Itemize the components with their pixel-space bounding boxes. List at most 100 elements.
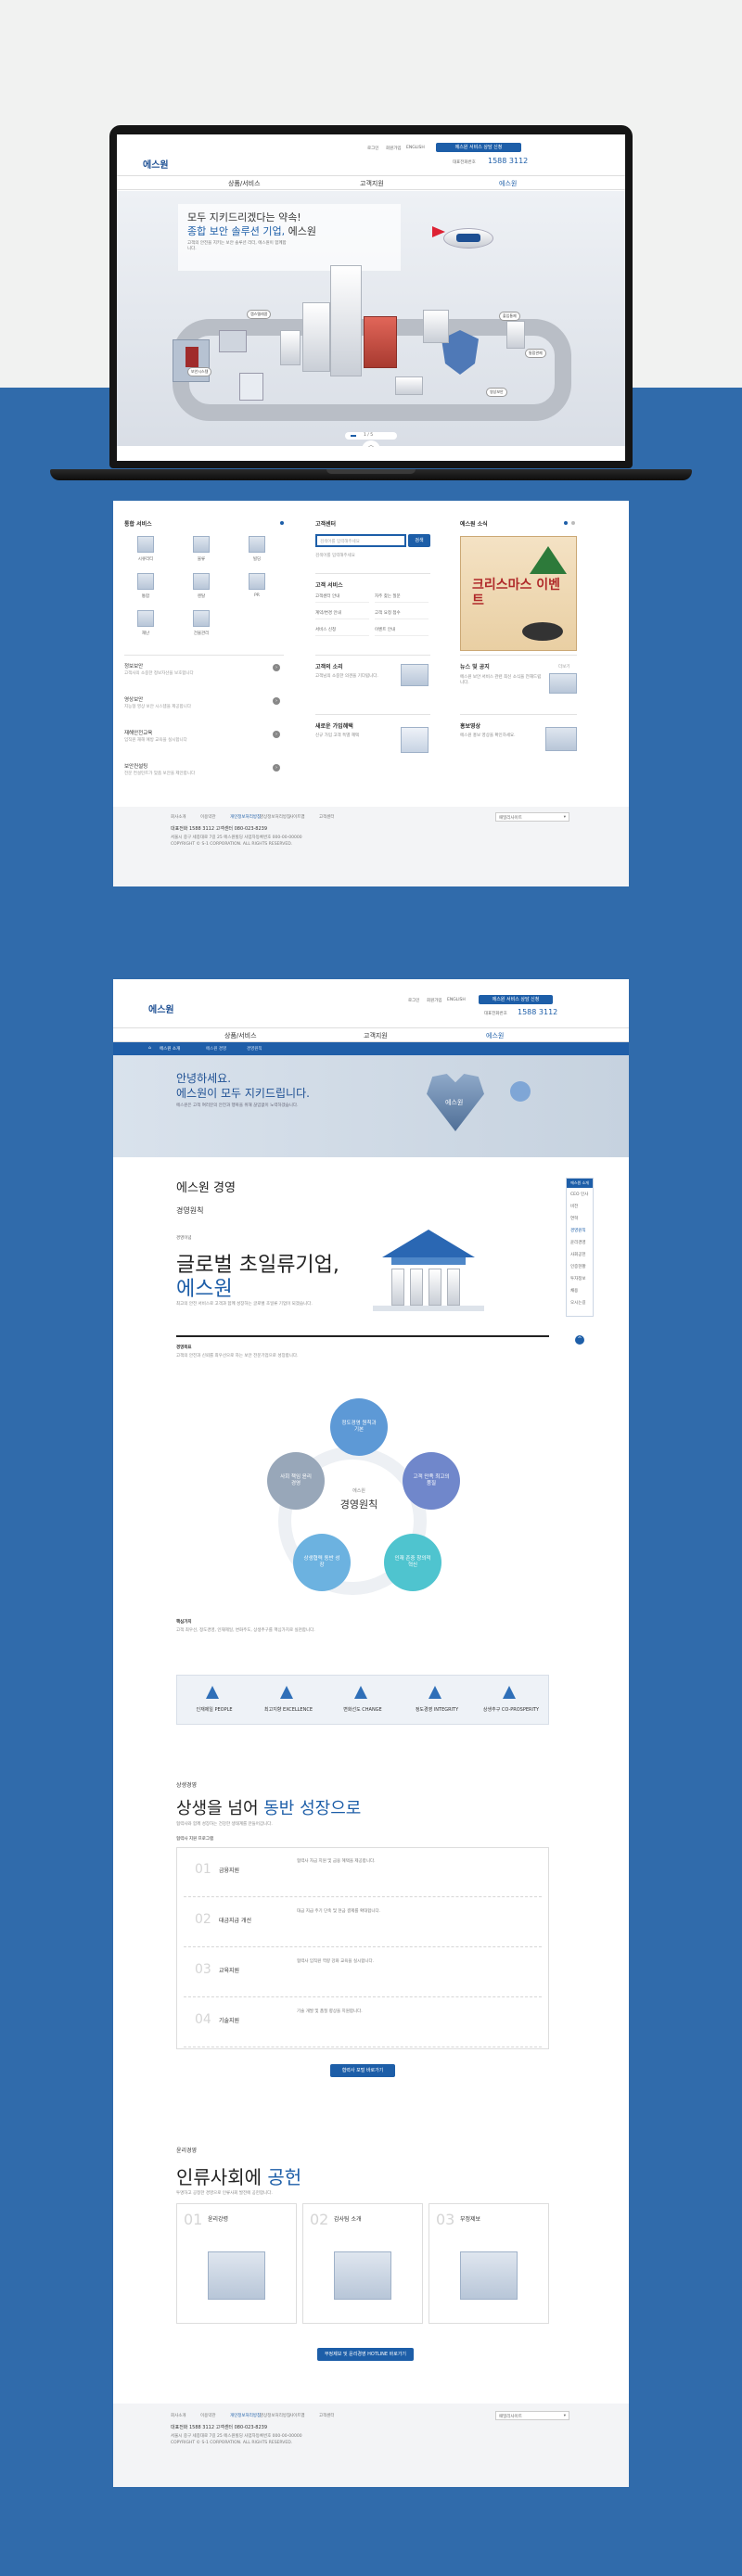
top-link-login[interactable]: 로그인 bbox=[367, 146, 378, 151]
customer-link[interactable]: 고객센터 안내 bbox=[315, 593, 369, 603]
top-link-english[interactable]: ENGLISH bbox=[447, 998, 466, 1002]
customer-link[interactable]: 서비스 신청 bbox=[315, 627, 369, 636]
service-list-title[interactable]: 정보보안 bbox=[124, 662, 143, 670]
customer-link[interactable]: 고객 요청 접수 bbox=[375, 610, 429, 619]
home-icon[interactable]: ⌂ bbox=[148, 1046, 151, 1051]
hero-pill-4[interactable]: 통합관제 bbox=[525, 349, 546, 358]
sub-hero: 안녕하세요. 에스원이 모두 지키드립니다. 에스원은 고객 여러분의 안전과 … bbox=[113, 1055, 629, 1157]
footer-link[interactable]: 영상정보처리방침 bbox=[260, 814, 290, 820]
service-icon[interactable] bbox=[137, 573, 154, 590]
service-label[interactable]: 재난 bbox=[132, 631, 160, 636]
side-nav-item[interactable]: 경영원칙 bbox=[570, 1228, 586, 1233]
customer-link[interactable]: 계약/변경 안내 bbox=[315, 610, 369, 619]
news-nav-dot[interactable] bbox=[564, 521, 568, 525]
arrow-right-icon[interactable]: › bbox=[273, 731, 280, 738]
side-nav-item[interactable]: 인증현황 bbox=[570, 1264, 586, 1269]
hero-pill-5[interactable]: 영상보안 bbox=[486, 388, 507, 397]
nav-products[interactable]: 상품/서비스 bbox=[224, 1031, 257, 1040]
program-portal-button[interactable]: 협력사 포털 바로가기 bbox=[330, 2064, 395, 2077]
nav-products[interactable]: 상품/서비스 bbox=[228, 179, 261, 188]
family-site-select[interactable]: 패밀리사이트 ▾ bbox=[495, 812, 569, 822]
ethics-title: 윤리강령 bbox=[208, 2216, 229, 2223]
service-label[interactable]: 건물관리 bbox=[187, 631, 215, 636]
breadcrumb-3[interactable]: 경영원칙 bbox=[247, 1046, 262, 1052]
footer-link[interactable]: 개인정보처리방침 bbox=[230, 814, 261, 820]
footer-link[interactable]: 회사소개 bbox=[171, 814, 186, 820]
footer-link[interactable]: 개인정보처리방침 bbox=[230, 2413, 261, 2418]
top-link-join[interactable]: 회원가입 bbox=[386, 146, 402, 151]
side-nav-item[interactable]: CEO 인사 bbox=[570, 1192, 588, 1197]
side-nav-item[interactable]: 사회공헌 bbox=[570, 1252, 586, 1257]
service-icon[interactable] bbox=[137, 610, 154, 627]
notice-more-link[interactable]: 더보기 bbox=[558, 664, 569, 670]
breadcrumb-2[interactable]: 에스원 경영 bbox=[206, 1046, 226, 1052]
hero-pill-1[interactable]: 캡스텔레콤 bbox=[247, 310, 272, 319]
search-input[interactable]: 검색어를 입력해주세요 bbox=[315, 534, 406, 547]
building-left bbox=[302, 302, 330, 372]
arrow-right-icon[interactable]: › bbox=[273, 697, 280, 705]
footer-link[interactable]: 사이트맵 bbox=[289, 814, 305, 820]
customer-link[interactable]: 이벤트 안내 bbox=[375, 627, 429, 636]
service-icon[interactable] bbox=[193, 610, 210, 627]
hero-pill-2[interactable]: 보안시스템 bbox=[187, 367, 212, 376]
christmas-event-banner[interactable]: 크리스마스 이벤트 bbox=[460, 536, 577, 651]
service-icon[interactable] bbox=[137, 536, 154, 553]
side-nav-item[interactable]: 채용 bbox=[570, 1288, 578, 1294]
service-label[interactable]: 통합 bbox=[132, 593, 160, 599]
family-site-select[interactable]: 패밀리사이트 ▾ bbox=[495, 2411, 569, 2420]
footer-link[interactable]: 고객센터 bbox=[319, 2413, 335, 2418]
search-button[interactable]: 검색 bbox=[408, 534, 430, 547]
footer-link[interactable]: 고객센터 bbox=[319, 814, 335, 820]
ethics-hotline-button[interactable]: 부정제보 및 윤리경영 HOTLINE 바로가기 bbox=[317, 2348, 414, 2361]
service-label[interactable]: 물류 bbox=[187, 556, 215, 562]
footer-address: 서울시 중구 세종대로 7길 25 에스원빌딩 사업자등록번호 000-00-0… bbox=[171, 2434, 302, 2439]
service-icon[interactable] bbox=[249, 573, 265, 590]
service-icon[interactable] bbox=[193, 536, 210, 553]
pager-dot-active[interactable] bbox=[351, 435, 356, 437]
side-nav-item[interactable]: 연혁 bbox=[570, 1216, 578, 1221]
service-icon[interactable] bbox=[249, 536, 265, 553]
footer-link[interactable]: 사이트맵 bbox=[289, 2413, 305, 2418]
footer: 회사소개 이용약관 개인정보처리방침 영상정보처리방침 사이트맵 고객센터 패밀리사이트 … bbox=[113, 807, 629, 886]
nav-s1[interactable]: 에스원 bbox=[486, 1031, 504, 1040]
site-logo[interactable]: 에스원 bbox=[148, 1001, 174, 1015]
side-nav-item[interactable]: 투자정보 bbox=[570, 1276, 586, 1282]
top-button[interactable]: ^ bbox=[575, 1335, 584, 1345]
service-label[interactable]: 시큐리티 bbox=[132, 556, 160, 562]
customer-links: 고객센터 안내 자주 찾는 질문계약/변경 안내 고객 요청 접수서비스 신청 이벤트… bbox=[315, 593, 430, 649]
service-list-title[interactable]: 보안컨설팅 bbox=[124, 762, 147, 770]
arrow-right-icon[interactable]: › bbox=[273, 764, 280, 772]
service-label[interactable]: PR bbox=[243, 593, 271, 598]
news-nav-dot[interactable] bbox=[571, 521, 575, 525]
footer-link[interactable]: 영상정보처리방침 bbox=[260, 2413, 290, 2418]
service-list-title[interactable]: 영상보안 bbox=[124, 695, 143, 703]
customer-link[interactable]: 자주 찾는 질문 bbox=[375, 593, 429, 603]
consult-button[interactable]: 에스원 서비스 상담 신청 bbox=[436, 143, 521, 152]
footer-link[interactable]: 이용약관 bbox=[200, 814, 216, 820]
top-link-english[interactable]: ENGLISH bbox=[406, 146, 425, 150]
side-nav-item[interactable]: 윤리경영 bbox=[570, 1240, 586, 1245]
service-list-title[interactable]: 재해안전교육 bbox=[124, 729, 152, 736]
service-icon[interactable] bbox=[193, 573, 210, 590]
side-nav-item[interactable]: 오시는길 bbox=[570, 1300, 586, 1306]
breadcrumb-1[interactable]: 에스원 소개 bbox=[160, 1046, 180, 1052]
nav-s1[interactable]: 에스원 bbox=[499, 179, 517, 188]
top-link-join[interactable]: 회원가입 bbox=[427, 998, 442, 1003]
arrow-right-icon[interactable]: › bbox=[273, 664, 280, 671]
hero-pill-3[interactable]: 출입통제 bbox=[499, 312, 520, 321]
safe-door bbox=[186, 347, 198, 367]
footer-link[interactable]: 이용약관 bbox=[200, 2413, 216, 2418]
promo-video-thumb[interactable] bbox=[545, 727, 577, 751]
footer-link[interactable]: 회사소개 bbox=[171, 2413, 186, 2418]
side-nav-item[interactable]: 비전 bbox=[570, 1204, 578, 1209]
site-logo[interactable]: 에스원 bbox=[143, 157, 169, 171]
top-link-login[interactable]: 로그인 bbox=[408, 998, 419, 1003]
service-label[interactable]: 빌딩 bbox=[243, 556, 271, 562]
nav-support[interactable]: 고객지원 bbox=[360, 179, 384, 188]
nav-support[interactable]: 고객지원 bbox=[364, 1031, 388, 1040]
page-title: 에스원 경영 bbox=[176, 1181, 236, 1195]
consult-button[interactable]: 에스원 서비스 상담 신청 bbox=[479, 995, 553, 1004]
service-label[interactable]: 렌탈 bbox=[187, 593, 215, 599]
program-title: 기술지원 bbox=[219, 2018, 240, 2024]
ethics-title: 감사팀 소개 bbox=[334, 2216, 362, 2223]
